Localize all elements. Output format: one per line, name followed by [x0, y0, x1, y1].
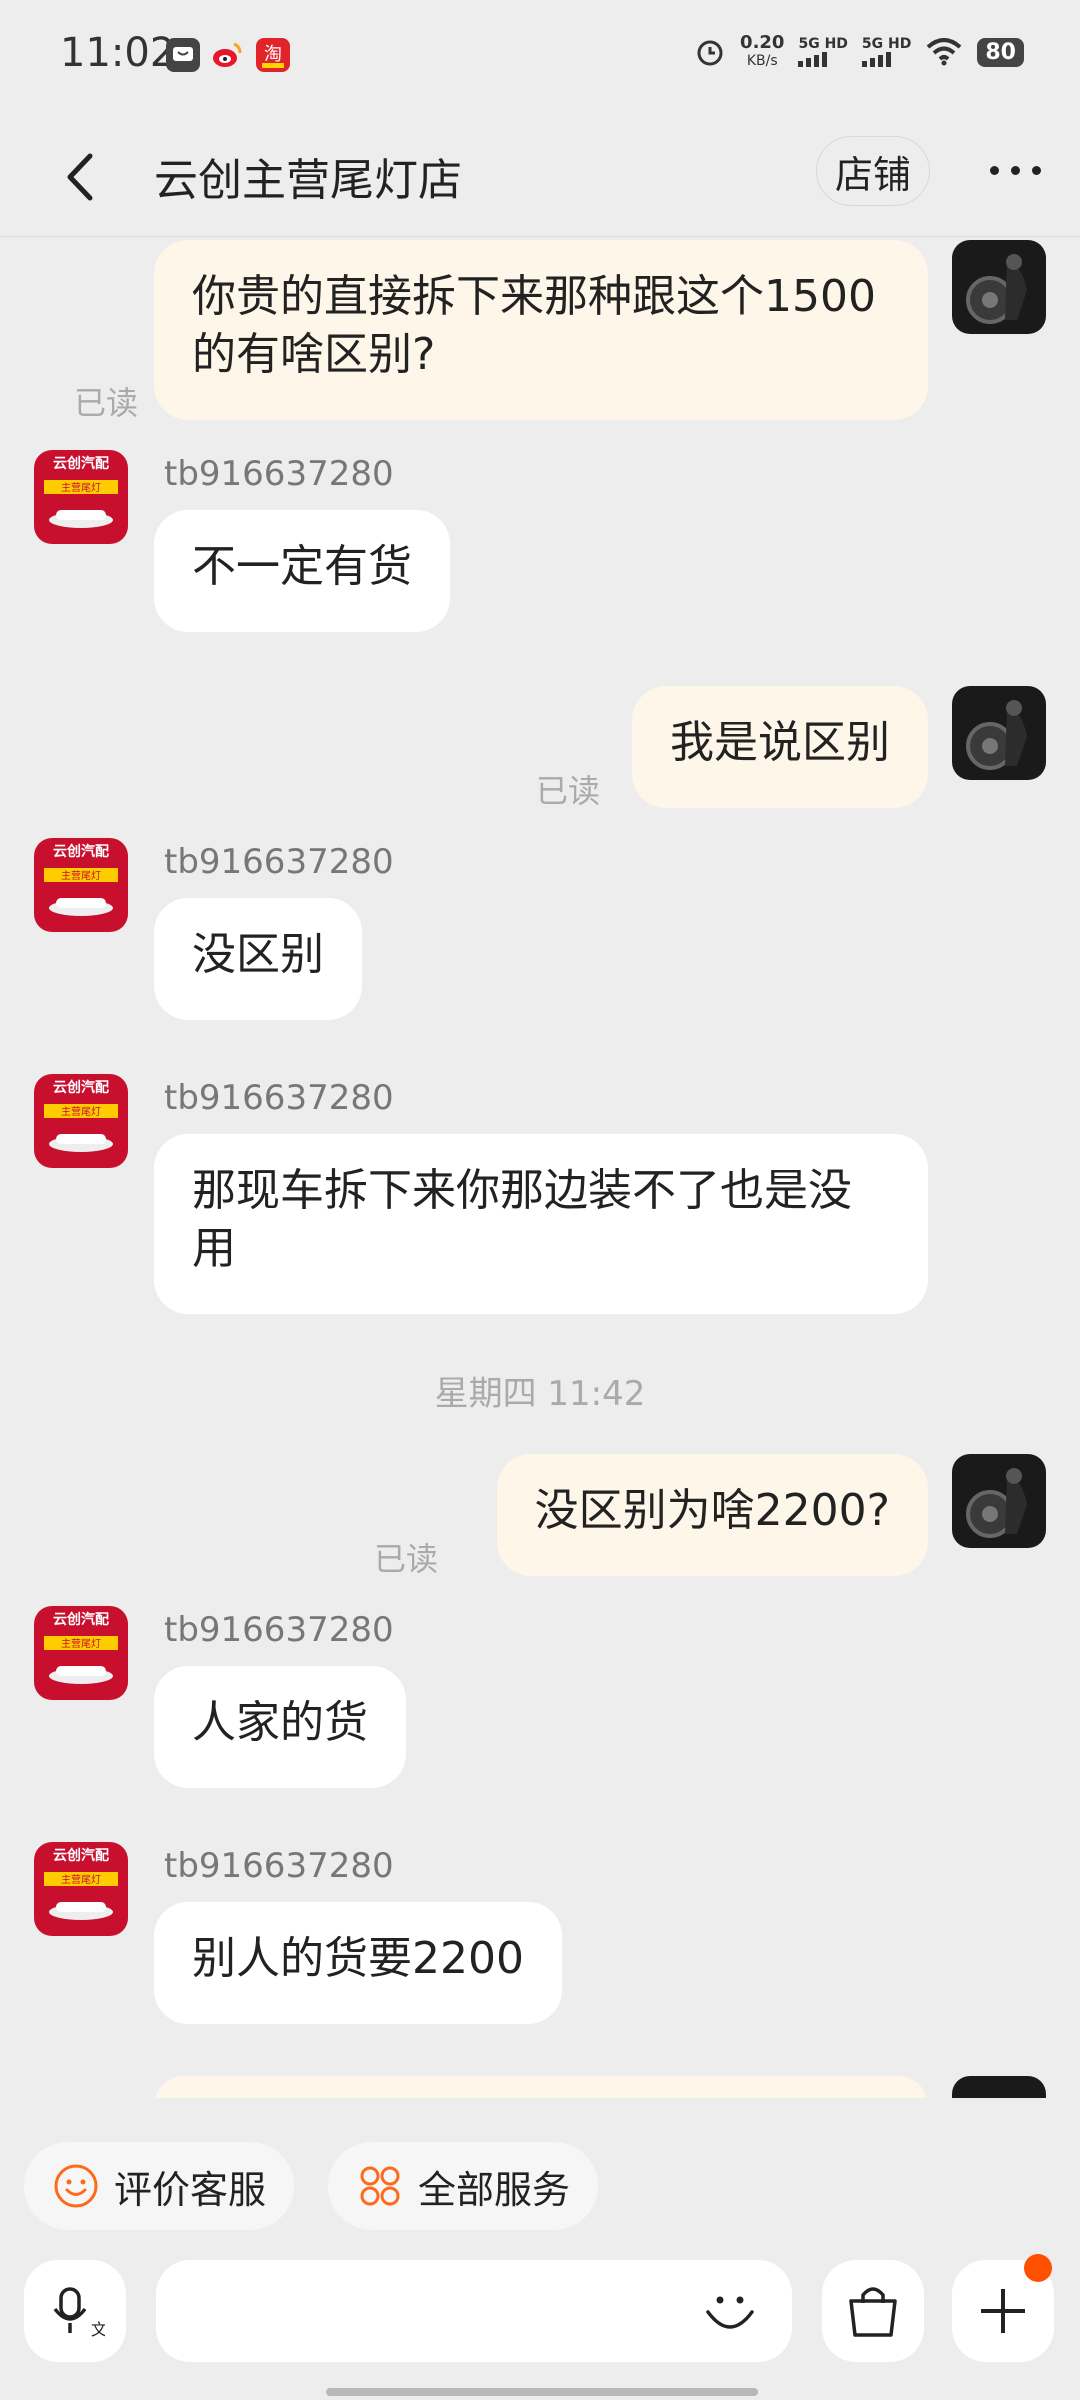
my-avatar[interactable] — [952, 2076, 1046, 2098]
shop-avatar[interactable]: 云创汽配 主营尾灯 — [34, 1074, 128, 1168]
rate-service-chip[interactable]: 评价客服 — [24, 2142, 295, 2230]
svg-text:主营尾灯: 主营尾灯 — [61, 481, 101, 494]
shop-username: tb916637280 — [164, 842, 394, 882]
shop-avatar[interactable]: 云创汽配 主营尾灯 — [34, 1606, 128, 1700]
read-receipt: 已读 — [536, 772, 601, 810]
signal-1: 5G HD — [798, 37, 848, 67]
network-speed: 0.20 KB/s — [740, 32, 785, 70]
taobao-app-icon: 淘 — [256, 38, 290, 72]
all-services-label: 全部服务 — [418, 2167, 571, 2212]
shop-avatar[interactable]: 云创汽配 主营尾灯 — [34, 450, 128, 544]
message-timestamp: 星期四 11:42 — [434, 1374, 646, 1414]
shop-message-bubble[interactable]: 不一定有货 — [154, 510, 450, 632]
svg-text:主营尾灯: 主营尾灯 — [61, 1105, 101, 1118]
my-avatar[interactable] — [952, 1454, 1046, 1548]
my-message-bubble-partial[interactable] — [154, 2076, 928, 2098]
svg-text:淘: 淘 — [264, 44, 282, 65]
my-message-bubble[interactable]: 你贵的直接拆下来那种跟这个1500的有啥区别? — [154, 240, 928, 420]
voice-input-button[interactable]: 文 — [24, 2260, 126, 2362]
shop-message-bubble[interactable]: 没区别 — [154, 898, 362, 1020]
home-indicator[interactable] — [326, 2388, 758, 2396]
signal-bars-icon — [798, 51, 847, 67]
svg-text:主营尾灯: 主营尾灯 — [61, 1637, 101, 1650]
notification-dot — [1024, 2254, 1052, 2282]
shop-username: tb916637280 — [164, 454, 394, 494]
shop-message-bubble[interactable]: 那现车拆下来你那边装不了也是没用 — [154, 1134, 928, 1314]
shop-username: tb916637280 — [164, 1610, 394, 1650]
shop-username: tb916637280 — [164, 1846, 394, 1886]
alarm-icon — [697, 40, 723, 66]
message-list[interactable]: 你贵的直接拆下来那种跟这个1500的有啥区别? 已读 云创汽配 主营尾灯 tb91… — [0, 236, 1080, 2098]
svg-text:云创汽配: 云创汽配 — [53, 1611, 109, 1628]
shop-avatar[interactable]: 云创汽配 主营尾灯 — [34, 1842, 128, 1936]
my-avatar[interactable] — [952, 686, 1046, 780]
all-services-chip[interactable]: 全部服务 — [328, 2142, 599, 2230]
grid-services-icon — [360, 2166, 400, 2206]
shop-message-bubble[interactable]: 别人的货要2200 — [154, 1902, 562, 2024]
status-bar: 11:02 淘 0.20 KB/s 5G HD 5G HD 80 — [0, 0, 1080, 118]
my-message-bubble[interactable]: 我是说区别 — [632, 686, 928, 808]
emoji-icon[interactable] — [700, 2282, 760, 2342]
shop-avatar[interactable]: 云创汽配 主营尾灯 — [34, 838, 128, 932]
signal-2: 5G HD — [861, 37, 911, 67]
svg-text:主营尾灯: 主营尾灯 — [61, 869, 101, 882]
signal-bars-icon — [861, 51, 911, 67]
wifi-icon — [927, 38, 962, 66]
voice-translate-icon: 文 — [53, 2287, 105, 2339]
dot-icon — [990, 166, 999, 175]
chevron-left-icon — [67, 153, 93, 201]
svg-text:文: 文 — [91, 2320, 105, 2339]
svg-text:云创汽配: 云创汽配 — [53, 843, 109, 860]
svg-text:云创汽配: 云创汽配 — [53, 1079, 109, 1096]
chat-header: 云创主营尾灯店 店铺 — [0, 118, 1080, 237]
dot-icon — [1032, 166, 1041, 175]
shopping-bag-icon — [849, 2287, 897, 2337]
store-button[interactable]: 店铺 — [816, 136, 930, 206]
smile-face-icon — [54, 2164, 98, 2208]
more-menu-button[interactable] — [990, 166, 1041, 175]
my-message-bubble[interactable]: 没区别为啥2200? — [496, 1454, 928, 1576]
status-indicators: 0.20 KB/s 5G HD 5G HD 80 — [694, 34, 1024, 70]
shopping-bag-button[interactable] — [822, 2260, 924, 2362]
message-app-icon — [166, 38, 200, 72]
my-avatar[interactable] — [952, 240, 1046, 334]
page-title: 云创主营尾灯店 — [154, 155, 462, 206]
back-button[interactable] — [60, 148, 100, 206]
shop-message-bubble[interactable]: 人家的货 — [154, 1666, 406, 1788]
shop-username: tb916637280 — [164, 1078, 394, 1118]
plus-icon — [981, 2289, 1025, 2333]
rate-service-label: 评价客服 — [114, 2167, 267, 2212]
read-receipt: 已读 — [74, 384, 139, 422]
battery-indicator: 80 — [977, 37, 1024, 67]
weibo-app-icon — [210, 38, 244, 72]
read-receipt: 已读 — [374, 1540, 439, 1578]
svg-text:云创汽配: 云创汽配 — [53, 1847, 109, 1864]
dot-icon — [1011, 166, 1020, 175]
svg-text:云创汽配: 云创汽配 — [53, 455, 109, 472]
svg-text:主营尾灯: 主营尾灯 — [61, 1873, 101, 1886]
input-bar: 文 — [0, 2254, 1080, 2400]
message-input[interactable] — [156, 2260, 792, 2362]
status-time: 11:02 — [60, 30, 176, 76]
